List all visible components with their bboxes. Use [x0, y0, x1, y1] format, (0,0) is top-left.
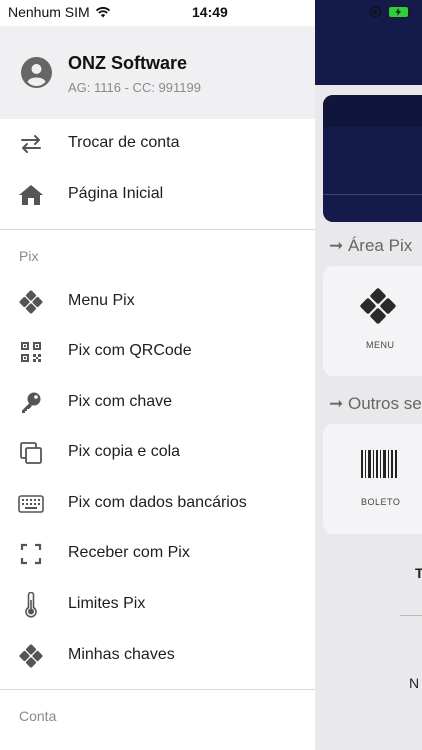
battery-icon: [388, 5, 412, 18]
background-rule: [400, 615, 422, 616]
section-title-pix: Pix: [19, 248, 39, 264]
profile-account-info: AG: 1116 - CC: 991199: [68, 80, 201, 95]
carrier-label: Nenhum SIM: [8, 4, 90, 20]
menu-item-label: Pix com chave: [68, 393, 173, 410]
profile-name: ONZ Software: [68, 53, 188, 73]
background-partial-text-2: N: [409, 675, 420, 691]
menu-item-label: Página Inicial: [68, 185, 164, 202]
menu-item-label: Pix com QRCode: [68, 342, 192, 359]
pix-icon: [18, 290, 44, 314]
menu-item-pix-qrcode[interactable]: Pix com QRCode: [0, 327, 315, 377]
menu-item-label: Trocar de conta: [68, 134, 180, 151]
status-right-group: [369, 5, 412, 18]
menu-item-label: Minhas chaves: [68, 646, 175, 663]
divider: [0, 229, 315, 230]
keyboard-icon: [18, 492, 44, 516]
menu-item-label: Receber com Pix: [68, 544, 190, 561]
home-icon: [18, 183, 44, 207]
copy-icon: [18, 441, 44, 465]
menu-item-label: Limites Pix: [68, 595, 146, 612]
pix-icon: [18, 644, 44, 668]
status-carrier-group: Nenhum SIM: [8, 4, 111, 20]
background-tile-menu: MENU: [323, 266, 422, 376]
menu-item-label: Pix com dados bancários: [68, 494, 247, 511]
barcode-icon: [361, 450, 397, 478]
menu-item-pix-copia-cola[interactable]: Pix copia e cola: [0, 428, 315, 478]
profile-header[interactable]: ONZ Software AG: 1116 - CC: 991199: [0, 26, 315, 119]
thermometer-icon: [18, 592, 44, 618]
menu-item-pagina-inicial[interactable]: Página Inicial: [0, 170, 315, 220]
qrcode-icon: [18, 340, 44, 364]
background-section-area-pix: ➞ Área Pix: [329, 236, 413, 255]
user-avatar-icon: [21, 57, 52, 88]
divider: [0, 689, 315, 690]
menu-item-label: Menu Pix: [68, 292, 135, 309]
background-app: ➞ Área Pix MENU ➞ Outros se BOLETO T N: [315, 0, 422, 750]
background-card-divider: [323, 194, 422, 195]
pix-icon: [360, 288, 396, 324]
menu-item-pix-dados-bancarios[interactable]: Pix com dados bancários: [0, 479, 315, 529]
status-time: 14:49: [192, 4, 228, 20]
menu-item-pix-chave[interactable]: Pix com chave: [0, 378, 315, 428]
background-partial-text: T: [415, 565, 422, 581]
background-card-top: [323, 95, 422, 127]
swap-icon: [18, 132, 44, 156]
menu-item-receber-pix[interactable]: Receber com Pix: [0, 529, 315, 579]
navigation-drawer: ONZ Software AG: 1116 - CC: 991199 Troca…: [0, 0, 315, 750]
menu-item-trocar-conta[interactable]: Trocar de conta: [0, 119, 315, 169]
menu-item-label: Pix copia e cola: [68, 443, 181, 460]
menu-item-menu-pix[interactable]: Menu Pix: [0, 277, 315, 327]
key-icon: [18, 391, 44, 415]
section-title-conta: Conta: [19, 708, 57, 724]
status-bar: Nenhum SIM 14:49: [0, 0, 422, 26]
wifi-icon: [95, 7, 110, 18]
background-tile-boleto: BOLETO: [323, 424, 422, 534]
scan-icon: [18, 542, 44, 566]
menu-item-limites-pix[interactable]: Limites Pix: [0, 580, 315, 630]
orientation-lock-icon: [369, 5, 382, 18]
background-tile-boleto-label: BOLETO: [361, 497, 401, 507]
background-tile-menu-label: MENU: [366, 340, 395, 350]
background-section-outros: ➞ Outros se: [329, 394, 422, 413]
menu-item-minhas-chaves[interactable]: Minhas chaves: [0, 631, 315, 681]
